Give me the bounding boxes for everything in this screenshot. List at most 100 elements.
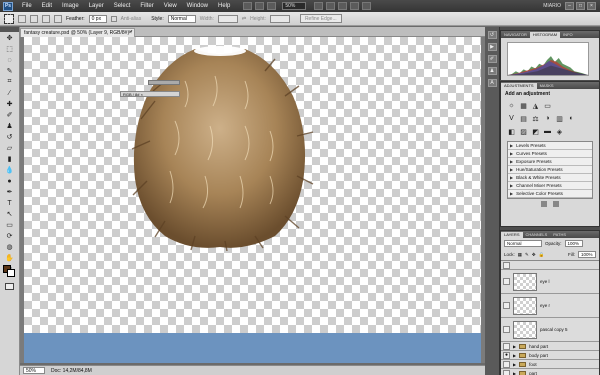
layer-group-row[interactable]: ▶ hand part [501, 342, 599, 351]
zoom-level-select[interactable]: 50% [282, 2, 307, 10]
hand-tool-icon-left[interactable]: ✋ [3, 253, 17, 263]
expand-triangle-icon[interactable]: ▶ [510, 166, 513, 174]
gradient-tool-icon[interactable]: ▮ [3, 154, 17, 164]
opacity-input[interactable]: 100% [564, 240, 583, 247]
antialias-checkbox[interactable] [110, 15, 117, 22]
lock-pixels-icon[interactable]: ✎ [525, 252, 529, 258]
character-panel-icon[interactable]: A [487, 79, 497, 87]
expand-triangle-icon[interactable]: ▶ [510, 142, 513, 150]
healing-brush-tool-icon[interactable]: ✚ [3, 99, 17, 109]
expand-triangle-icon[interactable]: ▶ [513, 353, 516, 358]
screen-mode-icon[interactable] [362, 2, 372, 10]
width-input[interactable] [217, 14, 238, 23]
adjustment-menu-icon[interactable] [553, 201, 559, 207]
minimize-button[interactable]: – [565, 2, 574, 10]
fill-input[interactable]: 100% [578, 251, 596, 258]
shape-tool-icon[interactable]: ▭ [3, 220, 17, 230]
menu-filter[interactable]: Filter [135, 0, 158, 12]
tab-paths[interactable]: PATHS [550, 232, 569, 238]
layer-row[interactable]: pascal copy 5 [501, 318, 599, 342]
selective-color-icon[interactable]: ◈ [555, 127, 564, 136]
expand-triangle-icon[interactable]: ▶ [513, 344, 516, 349]
marquee-tool-icon[interactable]: ⬚ [3, 44, 17, 54]
clip-to-layer-icon[interactable] [541, 201, 547, 207]
exposure-icon[interactable]: ▭ [543, 101, 552, 110]
subtract-selection-icon[interactable] [42, 14, 50, 23]
3d-orbit-tool-icon[interactable]: ◍ [3, 242, 17, 252]
preset-selective-color[interactable]: ▶ Selective Color Presets [508, 190, 592, 198]
mini-bridge-icon[interactable] [255, 2, 265, 10]
menu-select[interactable]: Select [109, 0, 136, 12]
type-tool-icon[interactable]: T [3, 198, 17, 208]
invert-icon[interactable]: ◧ [507, 127, 516, 136]
menu-view[interactable]: View [159, 0, 182, 12]
layer-row[interactable]: eye r [501, 294, 599, 318]
history-brush-tool-icon[interactable]: ↺ [3, 132, 17, 142]
view-extras-icon[interactable] [267, 2, 277, 10]
lasso-tool-icon[interactable]: ◌ [3, 55, 17, 65]
menu-window[interactable]: Window [182, 0, 213, 12]
new-selection-icon[interactable] [18, 14, 26, 23]
floating-panel-strip[interactable] [148, 80, 180, 85]
history-panel-icon[interactable]: ↺ [487, 31, 497, 39]
arrange-documents-icon[interactable] [350, 2, 360, 10]
lock-position-icon[interactable]: ✥ [532, 252, 536, 258]
layer-visibility-toggle[interactable] [503, 369, 510, 375]
posterize-icon[interactable]: ▨ [519, 127, 528, 136]
expand-triangle-icon[interactable]: ▶ [513, 371, 516, 375]
expand-triangle-icon[interactable]: ▶ [510, 150, 513, 158]
photo-filter-icon[interactable]: ▥ [555, 114, 564, 123]
menu-help[interactable]: Help [213, 0, 235, 12]
layer-row-top-partial[interactable] [501, 261, 599, 270]
layer-visibility-toggle[interactable] [503, 261, 510, 269]
lock-transparency-icon[interactable]: ▦ [518, 252, 522, 258]
menu-edit[interactable]: Edit [37, 0, 57, 12]
background-color-swatch[interactable] [7, 269, 15, 277]
eye-icon[interactable]: ● [503, 351, 510, 359]
expand-triangle-icon[interactable]: ▶ [510, 158, 513, 166]
brushes-panel-icon[interactable]: ✐ [487, 55, 497, 63]
layer-visibility-toggle[interactable] [503, 342, 510, 350]
canvas-area[interactable]: RGB / 8# × [20, 37, 485, 363]
swap-dimensions-icon[interactable]: ⇄ [242, 16, 246, 22]
close-document-icon[interactable]: × [128, 29, 132, 37]
crop-tool-icon[interactable]: ⌗ [3, 77, 17, 87]
layer-visibility-toggle[interactable] [503, 360, 510, 368]
hue-saturation-icon[interactable]: ▤ [519, 114, 528, 123]
status-zoom-input[interactable]: 50% [23, 367, 45, 374]
expand-triangle-icon[interactable]: ▶ [510, 190, 513, 198]
channel-mixer-icon[interactable]: ◐ [567, 114, 576, 123]
vibrance-icon[interactable]: V [507, 114, 516, 123]
document-tab[interactable]: fantasy creature.psd @ 50% (Layer 9, RGB… [20, 28, 135, 37]
menu-layer[interactable]: Layer [84, 0, 109, 12]
menu-image[interactable]: Image [57, 0, 84, 12]
expand-triangle-icon[interactable]: ▶ [510, 174, 513, 182]
clone-stamp-tool-icon[interactable]: ♟ [3, 121, 17, 131]
tab-layers[interactable]: LAYERS [501, 232, 523, 238]
black-white-icon[interactable]: ◑ [543, 114, 552, 123]
layer-group-row[interactable]: ● ▶ body part [501, 351, 599, 360]
marquee-tool-preset-icon[interactable] [4, 13, 14, 24]
maximize-button[interactable]: □ [576, 2, 585, 10]
layer-visibility-toggle[interactable] [503, 278, 510, 285]
floating-doc-label[interactable]: RGB / 8# × [120, 91, 180, 97]
rotate-view-icon[interactable] [338, 2, 348, 10]
quick-selection-tool-icon[interactable]: ✎ [3, 66, 17, 76]
feather-input[interactable]: 0 px [88, 14, 107, 23]
path-selection-tool-icon[interactable]: ↖ [3, 209, 17, 219]
curves-icon[interactable]: ◮ [531, 101, 540, 110]
layer-visibility-toggle[interactable] [503, 326, 510, 333]
expand-triangle-icon[interactable]: ▶ [510, 182, 513, 190]
blur-tool-icon[interactable]: 💧 [3, 165, 17, 175]
pen-tool-icon[interactable]: ✒ [3, 187, 17, 197]
menu-file[interactable]: File [17, 0, 37, 12]
dodge-tool-icon[interactable]: ● [3, 176, 17, 186]
blend-mode-select[interactable]: Normal [504, 240, 542, 247]
add-selection-icon[interactable] [30, 14, 38, 23]
doc-size-info[interactable]: Doc: 14,2M/84,8M [51, 368, 92, 374]
quick-mask-button[interactable] [5, 283, 14, 290]
tab-channels[interactable]: CHANNELS [523, 232, 551, 238]
eyedropper-tool-icon[interactable]: ⁄ [3, 88, 17, 98]
3d-rotate-tool-icon[interactable]: ⟳ [3, 231, 17, 241]
style-select[interactable]: Normal [167, 14, 196, 23]
